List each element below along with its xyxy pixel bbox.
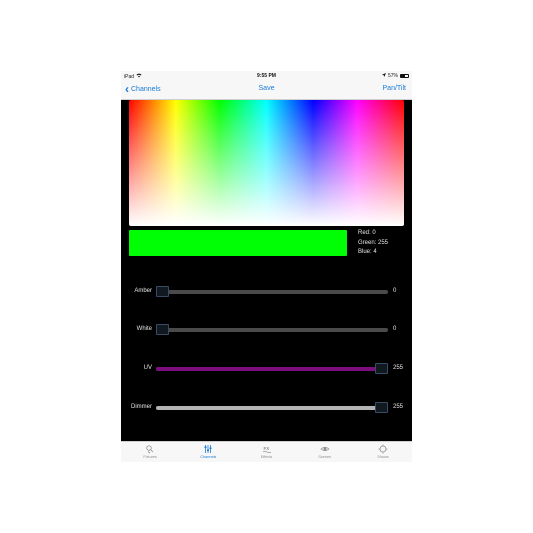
svg-text:FX: FX: [263, 446, 269, 451]
green-value: Green: 255: [358, 239, 389, 246]
tab-fixtures[interactable]: Fixtures: [121, 442, 179, 462]
color-picker-spectrum[interactable]: [129, 100, 404, 226]
white-slider-row: White 0: [121, 323, 412, 337]
battery-icon: [400, 74, 409, 78]
tab-channels[interactable]: Channels: [179, 442, 237, 462]
fixtures-icon: [146, 445, 154, 454]
white-value: 0: [393, 326, 397, 332]
selected-color-swatch: [129, 230, 347, 256]
shows-icon: [378, 444, 388, 454]
white-slider[interactable]: [156, 324, 388, 335]
tab-scenes[interactable]: Scenes: [296, 442, 354, 462]
uv-slider-row: UV 255: [121, 362, 412, 376]
uv-value: 255: [393, 365, 404, 371]
amber-slider-thumb[interactable]: [156, 286, 169, 297]
uv-slider-thumb[interactable]: [375, 363, 388, 374]
white-slider-thumb[interactable]: [156, 324, 169, 335]
dimmer-slider[interactable]: [156, 402, 388, 413]
white-label: White: [136, 326, 152, 332]
tab-effects[interactable]: FX Effects: [237, 442, 295, 462]
navigation-bar: ‹ Channels Save Pan/Tilt: [121, 81, 412, 100]
red-value: Red: 0: [358, 230, 376, 236]
location-icon: [381, 73, 386, 79]
amber-slider-row: Amber 0: [121, 285, 412, 299]
tab-scenes-label: Scenes: [318, 455, 332, 459]
amber-slider[interactable]: [156, 286, 388, 297]
dimmer-slider-thumb[interactable]: [375, 402, 388, 413]
ipad-screen: iPad 9:55 PM 57% ‹ Channels Save Pan/Til…: [121, 71, 412, 462]
rgb-values: Red: 0 Green: 255 Blue: 4: [358, 229, 388, 258]
tab-bar: Fixtures Channels FX Effects Scenes Show…: [121, 441, 412, 462]
dimmer-value: 255: [393, 404, 404, 410]
uv-slider[interactable]: [156, 363, 388, 374]
status-time: 9:55 PM: [257, 73, 276, 79]
tab-effects-label: Effects: [260, 455, 273, 459]
effects-icon: FX: [262, 446, 271, 454]
dimmer-slider-row: Dimmer 255: [121, 401, 412, 415]
tab-shows-label: Shows: [377, 455, 389, 459]
tab-fixtures-label: Fixtures: [143, 455, 157, 459]
save-button[interactable]: Save: [259, 85, 275, 92]
battery-percent: 57%: [387, 73, 398, 79]
pan-tilt-button[interactable]: Pan/Tilt: [383, 85, 406, 92]
status-bar: iPad 9:55 PM 57%: [121, 71, 412, 81]
amber-label: Amber: [134, 288, 152, 294]
dimmer-label: Dimmer: [131, 404, 152, 410]
scenes-icon: [320, 446, 330, 452]
tab-shows[interactable]: Shows: [354, 442, 412, 462]
amber-value: 0: [393, 288, 397, 294]
channels-icon: [204, 445, 212, 453]
blue-value: Blue: 4: [358, 249, 377, 255]
tab-channels-label: Channels: [200, 455, 217, 459]
uv-label: UV: [143, 365, 152, 371]
